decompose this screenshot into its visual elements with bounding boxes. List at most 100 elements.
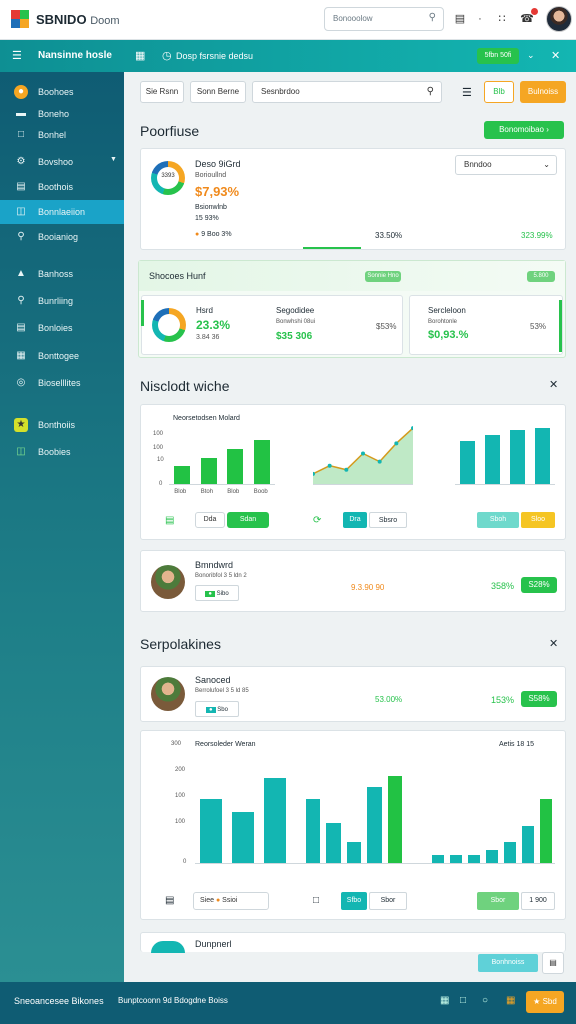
caret-down-icon: ▼ — [110, 156, 117, 163]
chart-point — [327, 463, 332, 468]
search-icon: ⚲ — [426, 86, 434, 97]
toolbar-button-2[interactable]: Sonn Berne — [190, 81, 246, 103]
large-chart-button-4[interactable]: Sbor — [477, 892, 519, 910]
notification-badge — [531, 8, 538, 15]
item-2-title: Sanoced — [195, 675, 231, 685]
footer-button[interactable]: ★ Sbd — [526, 991, 564, 1013]
folder-icon[interactable]: □ — [460, 995, 466, 1006]
stat-3-sub: Borohtonle — [428, 319, 458, 325]
header-action-button[interactable]: 5fbn 50fi — [477, 48, 519, 64]
app-brand: SBNIDO Doom — [36, 12, 120, 27]
stat-1-title: Hsrd — [196, 306, 213, 315]
refresh-icon[interactable]: ⟳ — [313, 515, 321, 526]
sidebar-item-12[interactable]: ◎ Bioselllites — [0, 371, 124, 395]
sidebar-item-10[interactable]: ▤ Bonloies — [0, 316, 124, 340]
chart-x-tick: Btoh — [200, 489, 214, 495]
apps-grid-icon[interactable]: ∷ — [494, 11, 510, 27]
item-1-tag[interactable]: S28% — [521, 577, 557, 593]
calendar-icon[interactable]: ▦ — [135, 49, 145, 62]
chevron-icon: › — [546, 125, 549, 134]
portfolio-row-1: Bsionwlnb — [195, 204, 227, 211]
sidebar-item-6[interactable]: ◫ Bonnlaeiion — [0, 200, 124, 224]
item-3-title: Dunpnerl — [195, 939, 232, 949]
chart-1-ytick: 0 — [159, 481, 163, 487]
user-avatar[interactable] — [546, 6, 572, 32]
item-1-mid: 9.3.90 90 — [351, 583, 385, 592]
sidebar-item-4[interactable]: ⚙ Bovshoo ▼ — [0, 150, 124, 174]
app-logo[interactable] — [11, 10, 29, 28]
menu-icon[interactable]: ☰ — [12, 49, 22, 62]
sidebar-item-14[interactable]: ◫ Boobies — [0, 440, 124, 464]
chart-bar — [534, 427, 551, 484]
dot-icon[interactable]: · — [472, 11, 488, 27]
sidebar-item-3[interactable]: □ Bonhel — [0, 123, 124, 147]
chart-bar — [199, 799, 223, 863]
large-chart-button-1[interactable]: Siee ● Ssioi — [193, 892, 269, 910]
stats-banner-button-2[interactable]: 5.800 — [527, 271, 555, 282]
chart-1-button-1[interactable]: Dda — [195, 512, 225, 528]
table-icon: ▦ — [16, 350, 26, 361]
close-icon[interactable]: ✕ — [549, 637, 558, 650]
sidebar-item-1[interactable]: ● Boohoes — [0, 80, 124, 104]
table-icon[interactable]: ▤ — [165, 895, 174, 906]
clipboard-icon[interactable]: ▤ — [452, 11, 468, 27]
stat-2-title: Segodidee — [276, 306, 315, 315]
share-icon[interactable]: ▤ — [542, 952, 564, 974]
list-item-1[interactable]: Bmndwrd Bonoribfol 3 5 ldn 2 ● Sibo 9.3.… — [140, 550, 566, 612]
list-item-3[interactable]: Dunpnerl — [140, 932, 566, 953]
portfolio-select[interactable]: Bnndoo ⌄ — [455, 155, 557, 175]
stat-donut-chart — [152, 308, 186, 342]
toolbar-primary-button[interactable]: Bulnoiss — [520, 81, 566, 103]
list-view-icon[interactable]: ☰ — [462, 86, 472, 99]
item-2-button[interactable]: ● Sbo — [195, 701, 239, 717]
stat-2-pct: $53% — [376, 322, 397, 331]
calendar-icon[interactable]: ▦ — [506, 995, 515, 1006]
large-chart-button-2[interactable]: Sfbo — [341, 892, 367, 910]
toolbar-button-3[interactable]: Blb — [484, 81, 514, 103]
item-3-thumbnail — [151, 941, 185, 953]
item-1-button[interactable]: ● Sibo — [195, 585, 239, 601]
chart-x-tick: Blob — [174, 489, 187, 495]
top-search-input[interactable]: Bonooolow ⚲ — [324, 7, 444, 31]
chart-bar — [253, 439, 270, 484]
portfolio-add-button[interactable]: Bonomoibao › — [484, 121, 564, 139]
sidebar-item-11[interactable]: ▦ Bonttogee — [0, 344, 124, 368]
footer-mid-text: Bunptcoonn 9d Bdogdne Boiss — [118, 996, 228, 1005]
sidebar-item-13[interactable]: ★ Bonthoiis — [0, 413, 124, 437]
chart-2-button-2[interactable]: Sbsro — [369, 512, 407, 528]
bottom-action-button[interactable]: Bonhnoiss — [478, 954, 538, 972]
chart-1-button-2[interactable]: Sdan — [227, 512, 269, 528]
large-chart-right-title: Aetis 18 15 — [499, 741, 535, 748]
large-chart-button-5[interactable]: 1 900 — [521, 892, 555, 910]
item-2-tag[interactable]: S58% — [521, 691, 557, 707]
stat-2-sub: Bonwhshi 08ui — [276, 319, 316, 325]
item-1-title: Bmndwrd — [195, 560, 234, 570]
chart-bar — [521, 825, 535, 863]
table-icon[interactable]: ▤ — [165, 515, 174, 526]
sidebar-item-5[interactable]: ▤ Boothois — [0, 175, 124, 199]
large-chart-button-3[interactable]: Sbor — [369, 892, 407, 910]
close-icon[interactable]: ✕ — [551, 49, 560, 62]
stats-banner-button-1[interactable]: Sonnie Hno — [365, 271, 401, 282]
toolbar-button-1[interactable]: Sie Rsnn — [140, 81, 184, 103]
portfolio-footer-right: 323.99% — [521, 231, 553, 240]
chart-bar — [387, 776, 402, 863]
check-icon: ● — [206, 707, 216, 713]
stat-1-value: 23.3% — [196, 318, 231, 332]
chart-3-button-1[interactable]: Sboh — [477, 512, 519, 528]
chart-3-button-2[interactable]: Sloo — [521, 512, 555, 528]
chevron-down-icon[interactable]: ⌄ — [527, 50, 535, 61]
sidebar-item-9[interactable]: ⚲ Bunrliing — [0, 289, 124, 313]
list-item-2[interactable]: Sanoced Berrolufoel 3 5 ld 85 ● Sbo 53.0… — [140, 666, 566, 722]
image-icon[interactable]: ▦ — [440, 995, 449, 1006]
toolbar-search-input[interactable]: Sesnbrdoo ⚲ — [252, 81, 442, 103]
sidebar-item-7[interactable]: ⚲ Booianiog — [0, 225, 124, 249]
document-icon[interactable]: □ — [313, 895, 319, 906]
header-breadcrumb: Dosp fsrsnie dedsu — [176, 51, 254, 61]
globe-icon: ◎ — [16, 377, 26, 388]
chart-bar — [484, 435, 501, 484]
close-icon[interactable]: ✕ — [549, 378, 558, 391]
chat-icon[interactable]: ○ — [482, 995, 488, 1006]
chart-2-button-1[interactable]: Dra — [343, 512, 367, 528]
sidebar-item-8[interactable]: ▲ Banhoss — [0, 262, 124, 286]
